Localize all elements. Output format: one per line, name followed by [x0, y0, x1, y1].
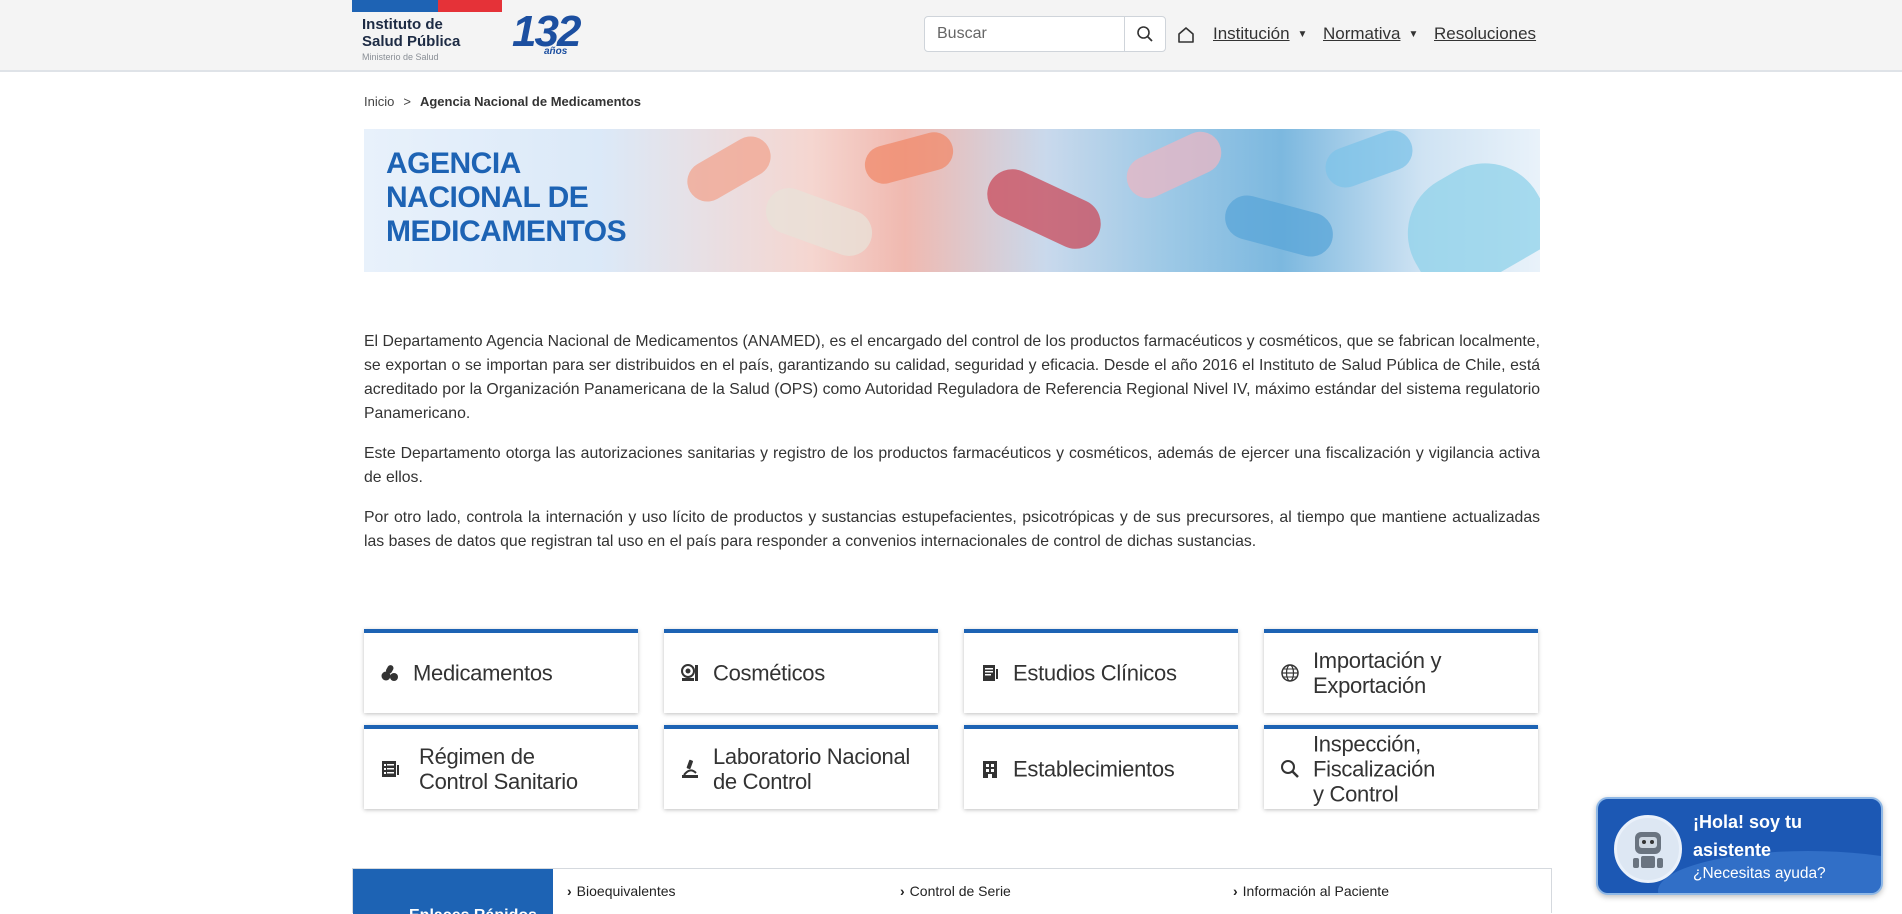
anniversary-label: años: [544, 46, 568, 57]
chevron-right-icon: ›: [1233, 883, 1238, 899]
nav-resoluciones[interactable]: Resoluciones: [1434, 24, 1536, 44]
anniversary-logo: 132 años: [512, 8, 582, 60]
card-regimen-control-sanitario[interactable]: Régimen de Control Sanitario: [364, 725, 638, 809]
pills-icon: [381, 665, 398, 681]
search-icon: [1281, 760, 1299, 778]
breadcrumb: Inicio > Agencia Nacional de Medicamentos: [364, 94, 641, 109]
search-button[interactable]: [1124, 17, 1165, 51]
logo-ministry: Ministerio de Salud: [362, 52, 439, 62]
breadcrumb-separator: >: [403, 94, 411, 109]
card-cosmeticos[interactable]: Cosméticos: [664, 629, 938, 713]
pill-image: [1319, 129, 1419, 194]
assistant-greeting: ¡Hola! soy tu asistente: [1693, 812, 1803, 860]
home-icon[interactable]: [1175, 24, 1197, 46]
quick-links-title: Enlaces Rápidos: [353, 869, 553, 914]
nav-normativa-label: Normativa: [1323, 24, 1401, 43]
card-laboratorio-nacional[interactable]: Laboratorio Nacional de Control: [664, 725, 938, 809]
globe-icon: [1281, 664, 1299, 682]
assistant-prompt: ¿Necesitas ayuda?: [1693, 865, 1826, 882]
robot-avatar-icon: [1614, 815, 1682, 883]
nav-institucion-label: Institución: [1213, 24, 1290, 43]
pill-image: [1220, 190, 1338, 262]
chevron-down-icon: ▼: [1408, 29, 1419, 41]
quick-links-bar: Enlaces Rápidos ›Bioequivalentes ›Contro…: [352, 868, 1552, 914]
isp-logo[interactable]: Instituto de Salud Pública Ministerio de…: [362, 16, 460, 62]
chat-assistant-widget[interactable]: ¡Hola! soy tu asistente ¿Necesitas ayuda…: [1596, 797, 1883, 895]
card-estudios-clinicos[interactable]: Estudios Clínicos: [964, 629, 1238, 713]
paragraph: Este Departamento otorga las autorizacio…: [364, 445, 1540, 486]
banner-title: AGENCIA NACIONAL DE MEDICAMENTOS: [386, 147, 627, 248]
quick-link-bioequivalentes[interactable]: › Bioequivalentes: [567, 883, 676, 899]
microscope-icon: [682, 759, 698, 778]
hero-banner: AGENCIA NACIONAL DE MEDICAMENTOS: [364, 129, 1540, 272]
pill-image: [979, 160, 1109, 258]
chevron-right-icon: ›: [900, 883, 905, 899]
search-icon: [1137, 26, 1153, 42]
quick-link-control-serie[interactable]: › Control de Serie: [900, 883, 1011, 899]
chevron-right-icon: ›: [567, 883, 572, 899]
logo-line-1: Instituto de: [362, 16, 443, 33]
nav-resoluciones-label: Resoluciones: [1434, 24, 1537, 43]
pill-image: [680, 129, 778, 209]
breadcrumb-home[interactable]: Inicio: [364, 94, 394, 109]
nav-institucion[interactable]: Institución ▼: [1213, 24, 1307, 44]
quick-link-info-paciente[interactable]: › Información al Paciente: [1233, 883, 1389, 899]
card-importacion-exportacion[interactable]: Importación y Exportación: [1264, 629, 1538, 713]
intro-text: El Departamento Agencia Nacional de Medi…: [364, 330, 1540, 570]
search-box: [924, 16, 1166, 52]
logo-line-2: Salud Pública: [362, 33, 461, 50]
card-establecimientos[interactable]: Establecimientos: [964, 725, 1238, 809]
logo-color-bar: [352, 0, 502, 12]
card-inspeccion-fiscalizacion[interactable]: Inspección, Fiscalización y Control: [1264, 725, 1538, 809]
building-icon: [983, 761, 997, 778]
cosmetics-icon: [681, 664, 698, 681]
pill-image: [1119, 129, 1229, 206]
nav-normativa[interactable]: Normativa ▼: [1323, 24, 1418, 44]
pill-image: [860, 129, 958, 188]
search-input[interactable]: [925, 17, 1125, 51]
paragraph: Por otro lado, controla la internación y…: [364, 509, 1540, 550]
breadcrumb-current: Agencia Nacional de Medicamentos: [419, 94, 642, 109]
paragraph: El Departamento Agencia Nacional de Medi…: [364, 333, 1540, 422]
chevron-down-icon: ▼: [1297, 29, 1308, 41]
document-icon: [983, 665, 998, 681]
checklist-icon: [382, 761, 399, 777]
pill-image: [759, 181, 879, 263]
site-header: Instituto de Salud Pública Ministerio de…: [0, 0, 1902, 72]
card-medicamentos[interactable]: Medicamentos: [364, 629, 638, 713]
